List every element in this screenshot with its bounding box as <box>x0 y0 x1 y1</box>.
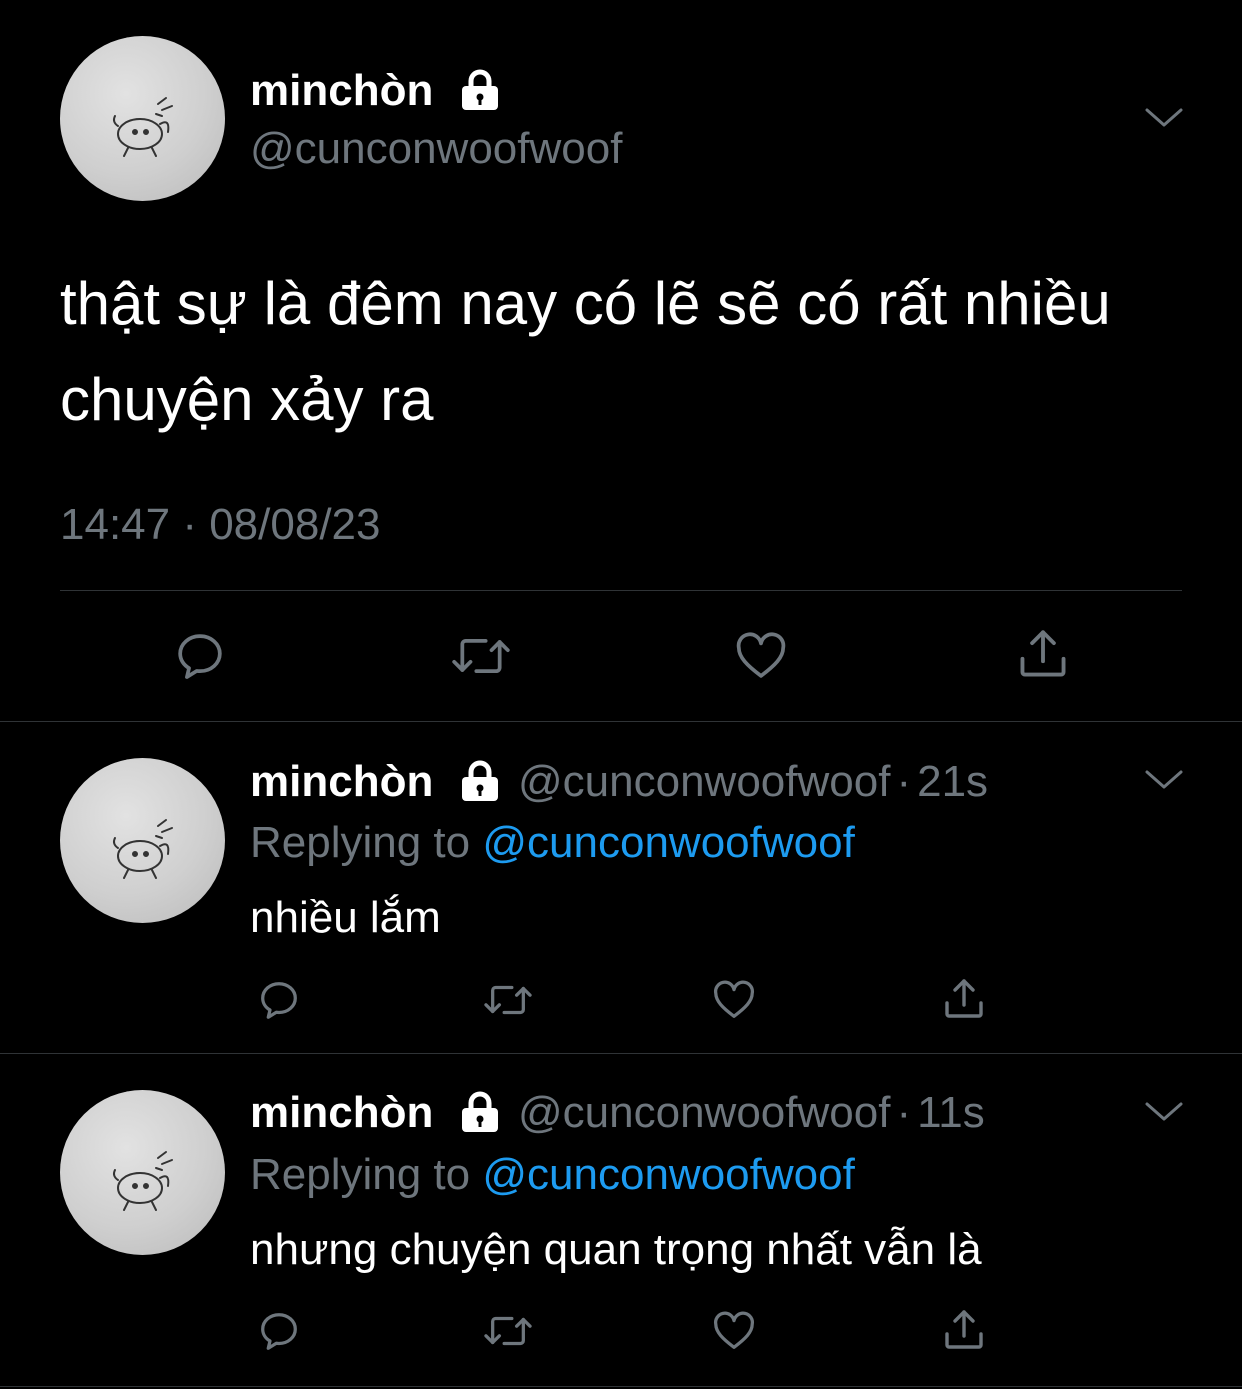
mention-link[interactable]: @cunconwoofwoof <box>482 1150 854 1199</box>
display-name[interactable]: minchòn <box>250 66 433 116</box>
user-handle[interactable]: @cunconwoofwoof <box>250 124 622 174</box>
reply-icon[interactable] <box>172 628 228 684</box>
display-name[interactable]: minchòn <box>250 1088 433 1138</box>
lock-icon <box>458 67 502 111</box>
tweet-text: thật sự là đêm nay có lẽ sẽ có rất nhiều… <box>60 270 1111 433</box>
like-icon[interactable] <box>710 977 758 1023</box>
separator: · <box>896 757 912 806</box>
retweet-icon[interactable] <box>480 977 536 1023</box>
reply-meta: @cunconwoofwoof · 21s <box>518 757 988 807</box>
chevron-down-icon[interactable] <box>1144 768 1184 792</box>
lock-icon <box>458 1089 502 1133</box>
replying-to: Replying to @cunconwoofwoof <box>250 1150 855 1200</box>
tweet-text: nhiều lắm <box>250 893 441 942</box>
replying-to: Replying to @cunconwoofwoof <box>250 818 855 868</box>
avatar[interactable] <box>60 758 225 923</box>
user-handle[interactable]: @cunconwoofwoof <box>518 1088 890 1137</box>
like-icon[interactable] <box>732 628 790 684</box>
lock-icon <box>458 758 502 802</box>
user-handle[interactable]: @cunconwoofwoof <box>518 757 890 806</box>
avatar[interactable] <box>60 1090 225 1255</box>
separator: · <box>896 1088 912 1137</box>
retweet-icon[interactable] <box>448 628 514 684</box>
divider <box>0 1386 1242 1387</box>
divider <box>0 1053 1242 1054</box>
retweet-icon[interactable] <box>480 1308 536 1354</box>
mention-link[interactable]: @cunconwoofwoof <box>482 818 854 867</box>
divider <box>0 721 1242 722</box>
share-icon[interactable] <box>1014 624 1072 684</box>
reply-meta: @cunconwoofwoof · 11s <box>518 1088 985 1138</box>
chevron-down-icon[interactable] <box>1144 1100 1184 1124</box>
share-icon[interactable] <box>940 974 988 1024</box>
chevron-down-icon[interactable] <box>1144 106 1184 130</box>
tweet-text: nhưng chuyện quan trọng nhất vẫn là <box>250 1225 982 1274</box>
replying-prefix: Replying to <box>250 818 471 867</box>
share-icon[interactable] <box>940 1305 988 1355</box>
reply-icon[interactable] <box>256 977 302 1023</box>
tweet-timestamp[interactable]: 14:47 · 08/08/23 <box>60 500 380 550</box>
reply-icon[interactable] <box>256 1308 302 1354</box>
divider <box>60 590 1182 591</box>
display-name[interactable]: minchòn <box>250 757 433 807</box>
like-icon[interactable] <box>710 1308 758 1354</box>
avatar[interactable] <box>60 36 225 201</box>
replying-prefix: Replying to <box>250 1150 471 1199</box>
relative-time[interactable]: 21s <box>917 757 988 806</box>
relative-time[interactable]: 11s <box>917 1088 985 1137</box>
